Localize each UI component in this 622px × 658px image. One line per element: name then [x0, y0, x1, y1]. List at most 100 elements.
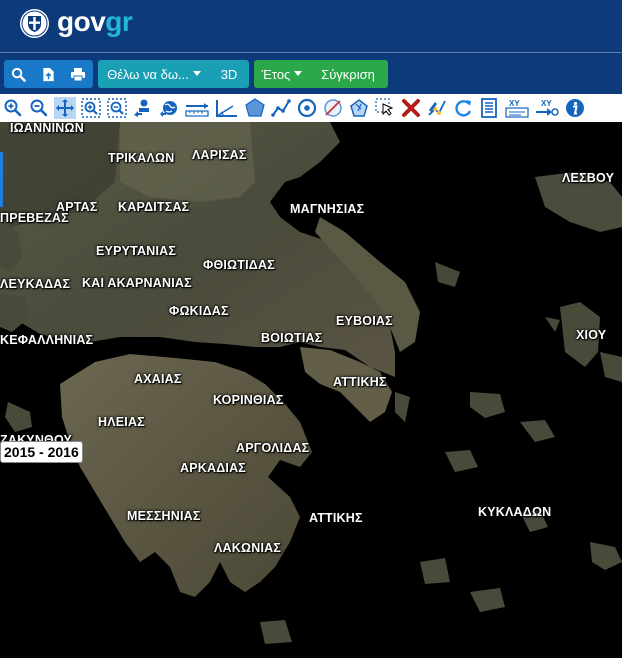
draw-circle-icon: [297, 98, 317, 118]
region-label: ΑΧΑΙΑΣ: [134, 372, 182, 386]
region-label: ΛΕΣΒΟΥ: [562, 171, 615, 185]
delete-icon: [402, 99, 420, 117]
select-shape-icon: [350, 99, 368, 117]
refresh-tool[interactable]: [452, 97, 474, 119]
goto-xy-tool[interactable]: XY: [534, 97, 560, 119]
region-label: ΧΙΟΥ: [576, 328, 607, 342]
region-label: ΚΟΡΙΝΘΙΑΣ: [213, 393, 284, 407]
side-marker: [0, 152, 3, 207]
draw-polygon-tool[interactable]: [244, 97, 266, 119]
want-to-see-dropdown[interactable]: Θέλω να δω...: [98, 60, 210, 88]
region-label: ΚΑΙ ΑΚΑΡΝΑΝΙΑΣ: [82, 276, 192, 290]
measure-distance-icon: [185, 103, 209, 117]
delete-tool[interactable]: [400, 97, 422, 119]
goto-xy-icon: XY: [536, 99, 559, 116]
document-icon: [481, 98, 497, 118]
street-view-tool[interactable]: [132, 97, 154, 119]
draw-line-icon: [271, 99, 291, 117]
govgr-logo[interactable]: govgr: [57, 6, 133, 38]
region-label: ΒΟΙΩΤΙΑΣ: [261, 331, 323, 345]
file-import-icon: [43, 67, 54, 81]
document-tool[interactable]: [478, 97, 500, 119]
compare-label: Σύγκριση: [321, 66, 375, 82]
region-label: ΕΥΡΥΤΑΝΙΑΣ: [96, 244, 177, 258]
select-pointer-icon: [375, 98, 394, 116]
pan-tool[interactable]: [54, 97, 76, 119]
year-options-group: Έτος Σύγκριση: [254, 60, 388, 88]
region-label: ΚΥΚΛΑΔΩΝ: [478, 505, 552, 519]
logo-text-gov: gov: [57, 6, 106, 37]
measure-angle-icon: [216, 100, 237, 117]
site-header: govgr: [0, 0, 622, 53]
print-icon: [71, 67, 86, 81]
clear-drawing-tool[interactable]: [322, 97, 344, 119]
select-pointer-tool[interactable]: [374, 97, 396, 119]
view-options-group: Θέλω να δω... 3D: [98, 60, 249, 88]
region-label: ΦΩΚΙΔΑΣ: [169, 304, 229, 318]
region-label: ΛΕΥΚΑΔΑΣ: [0, 277, 71, 291]
region-label: ΗΛΕΙΑΣ: [98, 415, 145, 429]
region-label: ΑΡΓΟΛΙΔΑΣ: [236, 441, 310, 455]
region-label: ΚΑΡΔΙΤΣΑΣ: [118, 200, 190, 214]
view-3d-label: 3D: [220, 66, 238, 82]
region-label: ΑΡΚΑΔΙΑΣ: [180, 461, 247, 475]
draw-polygon-icon: [245, 98, 265, 117]
region-label: ΛΑΚΩΝΙΑΣ: [214, 541, 282, 555]
compare-button[interactable]: Σύγκριση: [310, 60, 386, 88]
want-to-see-label: Θέλω να δω...: [107, 66, 189, 82]
region-label: ΛΑΡΙΣΑΣ: [192, 148, 247, 162]
search-icon: [12, 67, 27, 82]
region-label: ΑΡΤΑΣ: [56, 200, 98, 214]
region-label: ΦΘΙΩΤΙΔΑΣ: [203, 258, 275, 272]
map-tools-bar: XY XY: [0, 94, 622, 122]
info-tool[interactable]: [564, 97, 586, 119]
satellite-map[interactable]: ΙΩΑΝΝΙΝΩΝ ΤΡΙΚΑΛΩΝ ΛΑΡΙΣΑΣ ΛΕΣΒΟΥ ΠΡΕΒΕΖ…: [0, 122, 622, 658]
file-actions-group: [4, 60, 93, 88]
refresh-icon: [455, 100, 472, 117]
region-label: ΚΕΦΑΛΛΗΝΙΑΣ: [0, 333, 94, 347]
coordinates-xy-tool[interactable]: XY: [504, 97, 530, 119]
zoom-box-out-icon: [107, 98, 127, 118]
pan-icon: [56, 99, 74, 117]
draw-line-tool[interactable]: [270, 97, 292, 119]
measure-angle-tool[interactable]: [214, 97, 240, 119]
region-label: ΜΕΣΣΗΝΙΑΣ: [127, 509, 201, 523]
zoom-box-in-tool[interactable]: [80, 97, 102, 119]
caret-down-icon: [294, 70, 303, 76]
select-shape-tool[interactable]: [348, 97, 370, 119]
region-label: ΤΡΙΚΑΛΩΝ: [108, 151, 175, 165]
caret-down-icon: [192, 70, 201, 76]
year-dropdown[interactable]: Έτος: [254, 60, 310, 88]
edit-vertices-icon: [428, 100, 446, 116]
svg-text:XY: XY: [509, 99, 520, 108]
region-label: ΑΤΤΙΚΗΣ: [333, 375, 387, 389]
region-label: ΑΤΤΙΚΗΣ: [309, 511, 363, 525]
globe-tool[interactable]: [158, 97, 180, 119]
zoom-box-out-tool[interactable]: [106, 97, 128, 119]
svg-text:XY: XY: [541, 99, 552, 108]
zoom-in-icon: [4, 99, 22, 117]
street-view-icon: [134, 99, 149, 117]
clear-drawing-icon: [324, 99, 342, 117]
zoom-box-in-icon: [81, 98, 101, 118]
greek-emblem-icon[interactable]: [19, 8, 50, 39]
year-badge[interactable]: 2015 - 2016: [0, 441, 83, 463]
info-icon: [566, 99, 584, 117]
region-label: ΜΑΓΝΗΣΙΑΣ: [290, 202, 365, 216]
zoom-out-tool[interactable]: [28, 97, 50, 119]
main-toolbar: Θέλω να δω... 3D Έτος Σύγκριση: [0, 53, 622, 94]
measure-distance-tool[interactable]: [184, 97, 210, 119]
globe-icon: [160, 101, 177, 117]
coordinates-xy-icon: XY: [505, 99, 529, 118]
view-3d-button[interactable]: 3D: [210, 60, 248, 88]
draw-circle-tool[interactable]: [296, 97, 318, 119]
search-button[interactable]: [4, 60, 34, 88]
region-label: ΕΥΒΟΙΑΣ: [336, 314, 393, 328]
logo-text-gr: gr: [105, 6, 133, 37]
zoom-in-tool[interactable]: [2, 97, 24, 119]
year-dropdown-label: Έτος: [261, 66, 291, 82]
file-import-button[interactable]: [34, 60, 64, 88]
print-button[interactable]: [63, 60, 93, 88]
edit-vertices-tool[interactable]: [426, 97, 448, 119]
zoom-out-icon: [30, 99, 48, 117]
